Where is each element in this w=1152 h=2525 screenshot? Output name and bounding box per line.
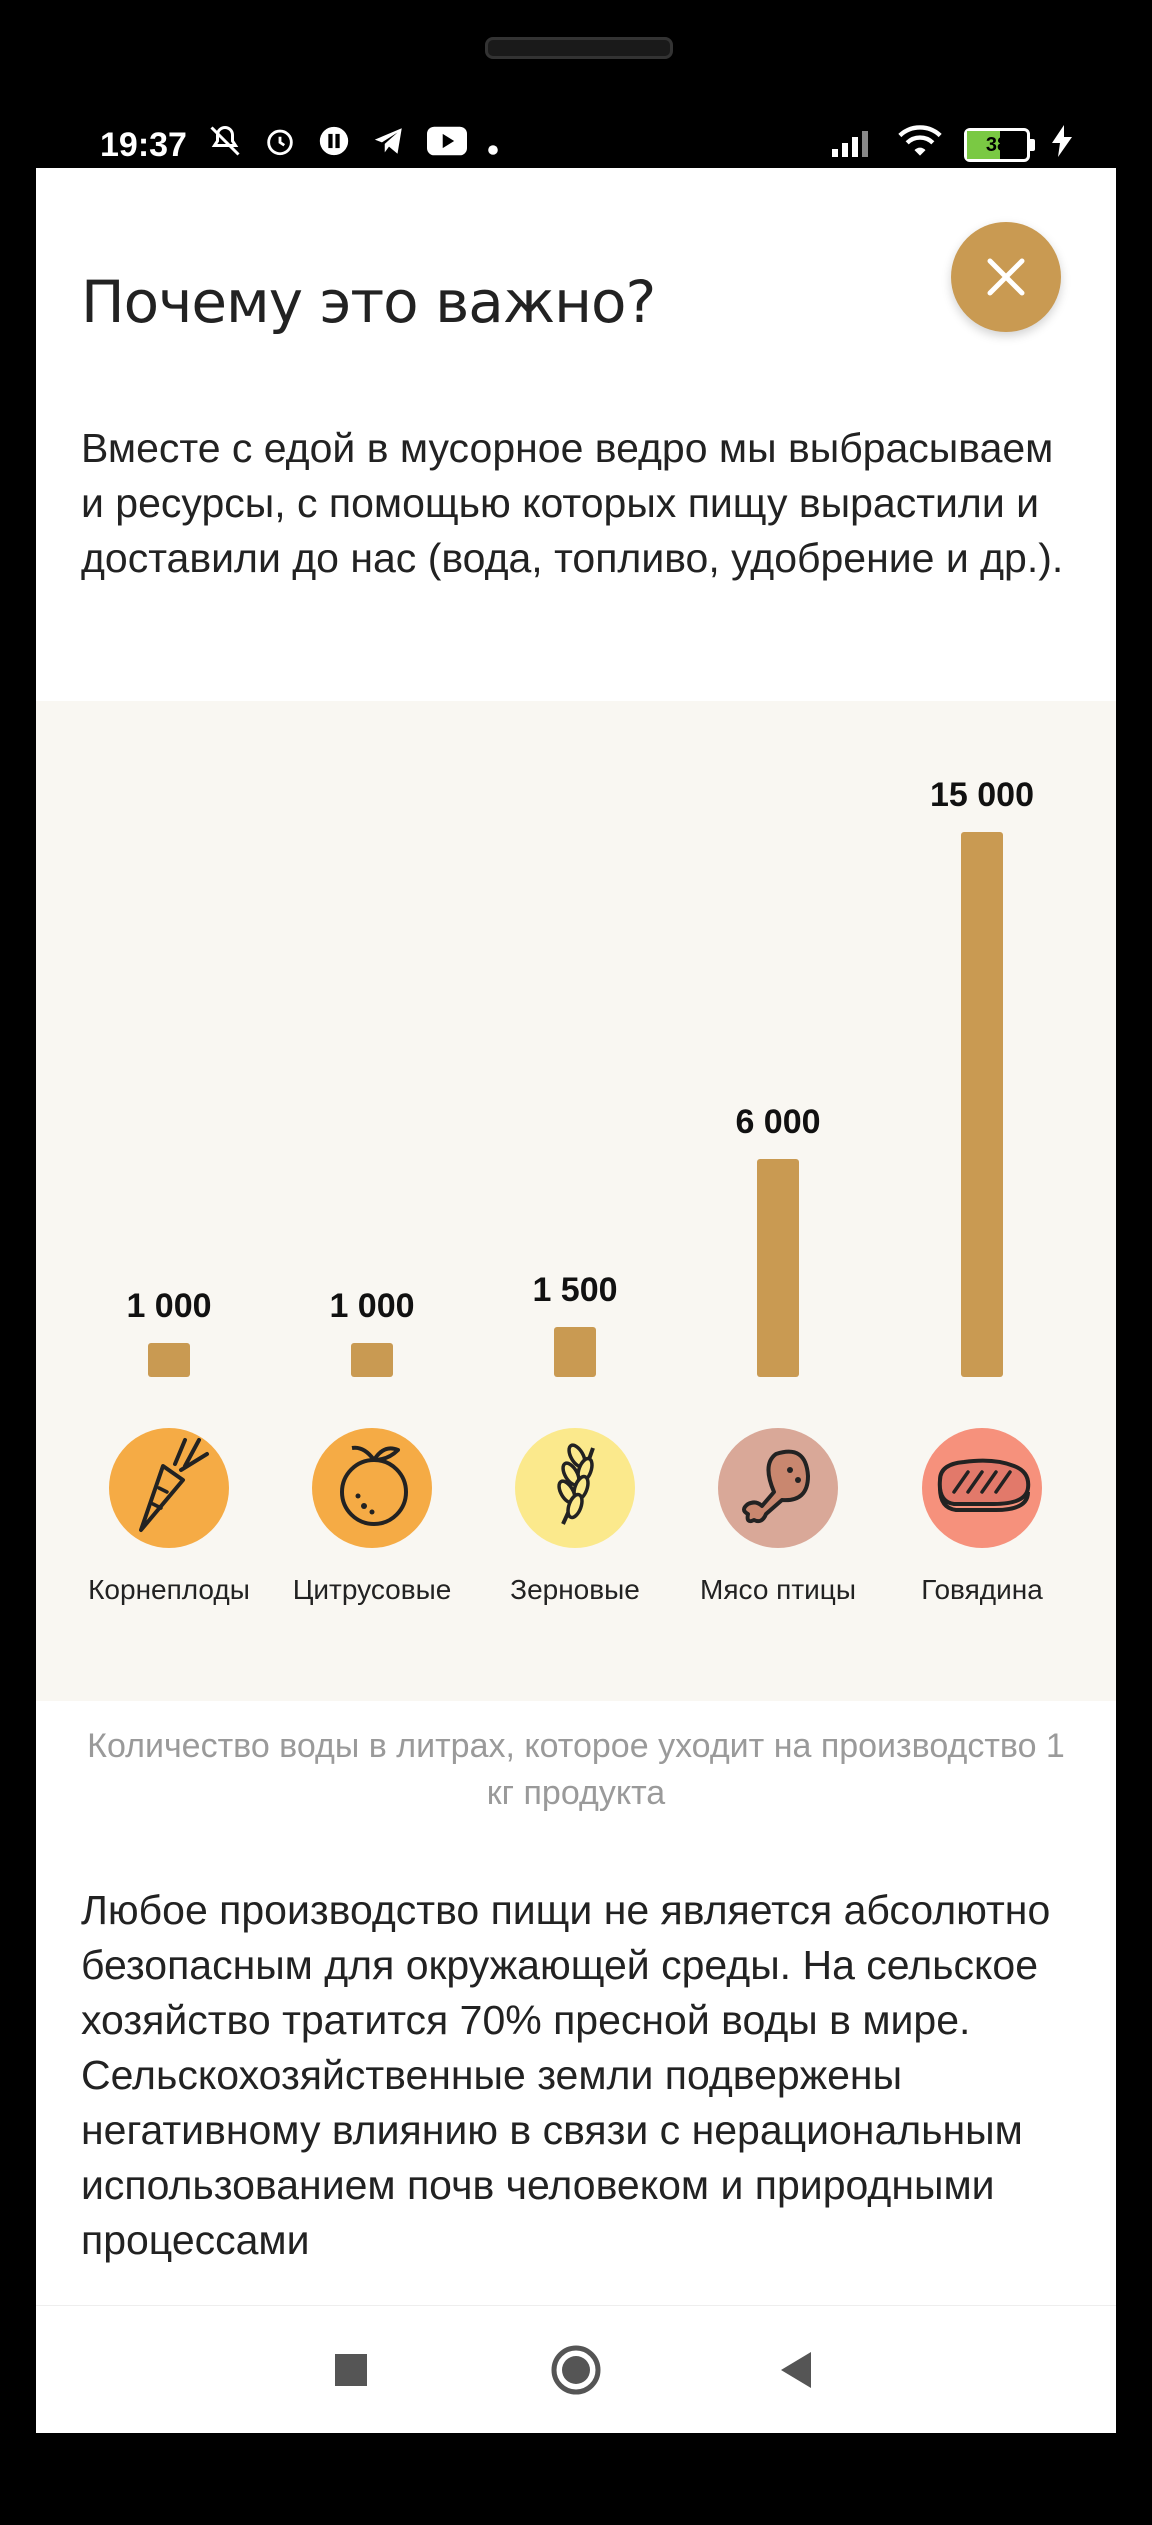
- chart-caption: Количество воды в литрах, которое уходит…: [87, 1727, 1065, 1812]
- chart-bar: [351, 1343, 393, 1377]
- close-button[interactable]: [951, 222, 1061, 332]
- chart-bar: [757, 1159, 799, 1377]
- chart-panel: 1 000 Корнеплоды 1 000 Цитрусовые 1 500 Зерно…: [36, 701, 1116, 1701]
- chart-value-label: 1 500: [532, 1271, 617, 1309]
- body-text: Любое производство пищи не является абсо…: [81, 1887, 1051, 2263]
- youtube-icon: [426, 126, 467, 164]
- circle-icon: [551, 2345, 601, 2395]
- intro-text: Вместе с едой в мусорное ведро мы выбрас…: [81, 425, 1064, 581]
- screen: Почему это важно? Вместе с едой в мусорн…: [36, 168, 1116, 2433]
- category-label: Корнеплоды: [88, 1574, 250, 1605]
- recents-button[interactable]: [291, 2306, 411, 2433]
- chart-value-label: 1 000: [329, 1287, 414, 1325]
- category-label: Зерновые: [510, 1574, 640, 1605]
- navigation-bar: [36, 2305, 1116, 2433]
- charging-icon: [1052, 124, 1072, 166]
- close-icon: [987, 258, 1025, 296]
- alarm-icon: [263, 124, 297, 166]
- pause-icon: [317, 124, 351, 166]
- signal-icon: [832, 125, 876, 166]
- battery-level: 38: [985, 134, 1009, 156]
- chart-value-label: 15 000: [930, 776, 1034, 814]
- dot-icon: [487, 127, 499, 164]
- phone-speaker: [485, 37, 673, 59]
- chart-value-label: 1 000: [126, 1287, 211, 1325]
- wifi-icon: [898, 124, 942, 167]
- triangle-back-icon: [781, 2352, 811, 2388]
- chart-bar: [148, 1343, 190, 1377]
- page-title: Почему это важно?: [81, 268, 656, 336]
- home-button[interactable]: [516, 2306, 636, 2433]
- steak-icon: [937, 1458, 1031, 1512]
- square-icon: [335, 2354, 367, 2386]
- chart-bar: [554, 1327, 596, 1377]
- chart-value-label: 6 000: [735, 1103, 820, 1141]
- category-label: Цитрусовые: [293, 1574, 452, 1605]
- status-time: 19:37: [100, 125, 187, 164]
- back-button[interactable]: [736, 2306, 856, 2433]
- water-usage-chart: 1 000 Корнеплоды 1 000 Цитрусовые 1 500 Зерно…: [88, 776, 1043, 1605]
- chart-bar: [961, 832, 1003, 1377]
- category-label: Мясо птицы: [700, 1574, 856, 1605]
- battery-icon: 38: [964, 128, 1035, 162]
- mute-icon: [207, 123, 243, 167]
- category-label: Говядина: [921, 1574, 1043, 1605]
- telegram-icon: [371, 124, 407, 166]
